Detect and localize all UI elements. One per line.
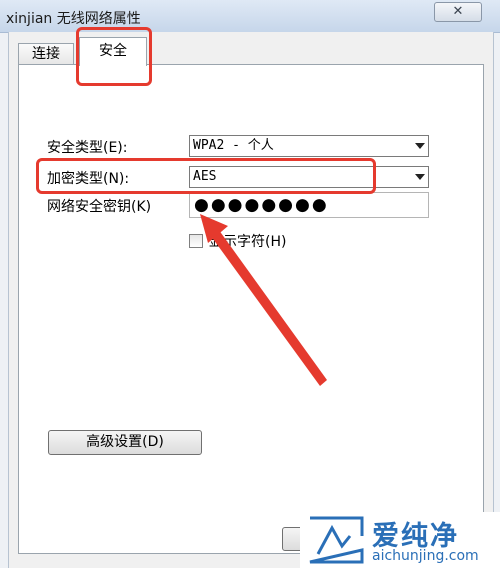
- security-type-value: WPA2 - 个人: [193, 138, 274, 153]
- tab-security-label: 安全: [99, 43, 127, 59]
- network-key-input[interactable]: ●●●●●●●●: [189, 192, 429, 218]
- aichunjing-logo-icon: [309, 516, 364, 564]
- tab-connection[interactable]: 连接: [18, 43, 74, 65]
- close-button[interactable]: ✕: [434, 2, 482, 22]
- security-panel: 安全类型(E): WPA2 - 个人 加密类型(N): AES 网络安全密钥(K…: [18, 64, 484, 554]
- dialog-content: 连接 安全 安全类型(E): WPA2 - 个人 加密类型(N): AES 网络…: [8, 32, 494, 568]
- advanced-settings-label: 高级设置(D): [86, 434, 164, 450]
- show-characters-label[interactable]: 显示字符(H): [209, 231, 286, 251]
- encryption-type-value: AES: [193, 169, 217, 184]
- tab-security[interactable]: 安全: [79, 37, 147, 66]
- advanced-settings-button[interactable]: 高级设置(D): [48, 430, 202, 455]
- network-key-value: ●●●●●●●●: [194, 195, 329, 215]
- show-characters-checkbox[interactable]: [189, 234, 203, 248]
- tab-connection-label: 连接: [32, 46, 60, 62]
- properties-window: xinjian 无线网络属性 ✕ 连接 安全 安全类型(E): WPA2 - 个…: [0, 0, 500, 568]
- title-bar[interactable]: xinjian 无线网络属性 ✕: [0, 0, 500, 33]
- security-type-select[interactable]: WPA2 - 个人: [189, 135, 429, 157]
- chevron-down-icon: [415, 174, 425, 180]
- watermark-domain: aichunjing.com: [372, 548, 479, 564]
- watermark: 爱纯净 aichunjing.com: [300, 512, 500, 568]
- encryption-type-select[interactable]: AES: [189, 166, 429, 188]
- network-key-label: 网络安全密钥(K): [47, 199, 152, 215]
- encryption-type-label: 加密类型(N):: [47, 171, 130, 187]
- window-title: xinjian 无线网络属性: [6, 11, 141, 27]
- chevron-down-icon: [415, 143, 425, 149]
- security-type-label: 安全类型(E):: [47, 140, 128, 156]
- close-icon: ✕: [452, 4, 464, 19]
